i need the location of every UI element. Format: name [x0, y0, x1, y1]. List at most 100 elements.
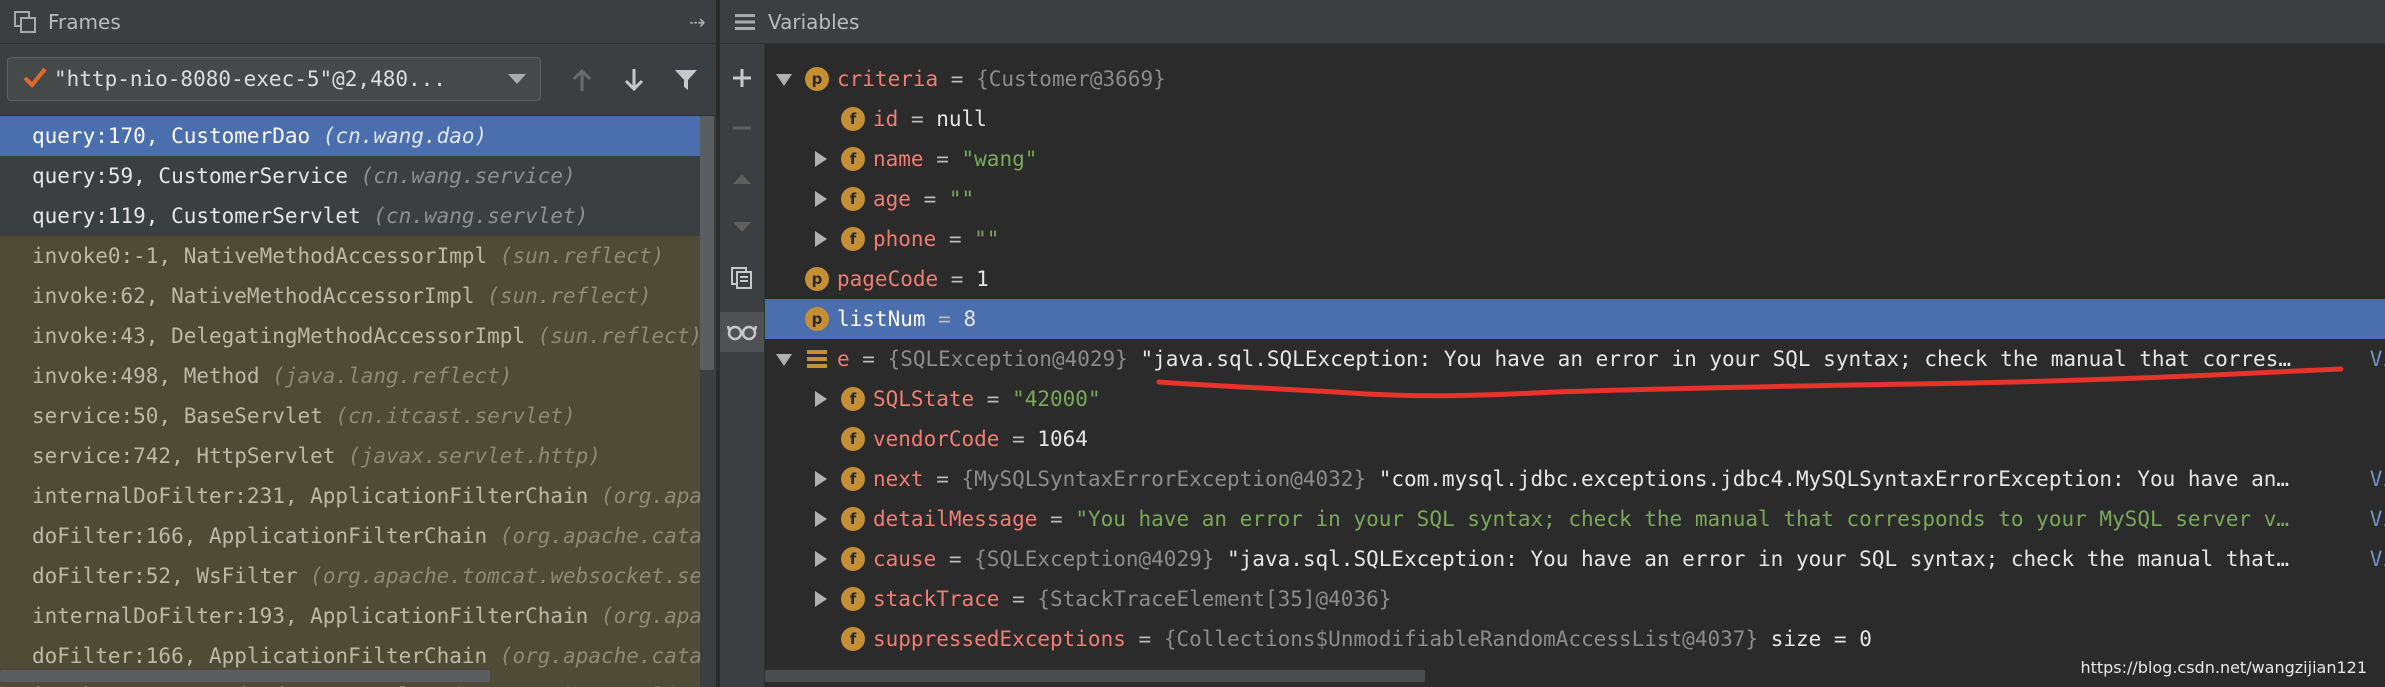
equals-sign: =	[936, 547, 975, 571]
field-icon: f	[841, 107, 865, 131]
variable-name: name	[873, 147, 924, 171]
variable-row[interactable]: f id = null	[765, 99, 2385, 139]
variable-text: vendorCode = 1064	[873, 419, 1088, 459]
frame-row[interactable]: query:170, CustomerDao (cn.wang.dao)	[0, 116, 700, 156]
variable-value: ""	[948, 187, 975, 211]
equals-sign: =	[898, 107, 937, 131]
expand-arrow-icon[interactable]	[811, 459, 831, 499]
copy-icon[interactable]	[720, 258, 764, 298]
variable-row[interactable]: f cause = {SQLException@4029} "java.sql.S…	[765, 539, 2385, 579]
variable-type: {MySQLSyntaxErrorException@4032}	[961, 467, 1367, 491]
expand-arrow-icon[interactable]	[811, 539, 831, 579]
variable-row[interactable]: f vendorCode = 1064	[765, 419, 2385, 459]
frame-package: (org.apache.catalina.core)	[499, 644, 700, 668]
variable-row[interactable]: f name = "wang"	[765, 139, 2385, 179]
arrow-down-icon[interactable]	[618, 64, 650, 96]
frame-row[interactable]: query:59, CustomerService (cn.wang.servi…	[0, 156, 700, 196]
variable-type: {SQLException@4029}	[887, 347, 1128, 371]
variable-value: 8	[963, 307, 977, 331]
variable-row[interactable]: f stackTrace = {StackTraceElement[35]@403…	[765, 579, 2385, 619]
frames-hscrollbar[interactable]	[0, 670, 490, 682]
arrow-up-icon[interactable]	[566, 64, 598, 96]
variable-name: e	[837, 347, 850, 371]
variable-row[interactable]: f age = ""	[765, 179, 2385, 219]
variable-name: age	[873, 187, 911, 211]
variable-row[interactable]: p criteria = {Customer@3669}	[765, 59, 2385, 99]
expand-arrow-icon[interactable]	[811, 379, 831, 419]
frames-scrollbar-thumb[interactable]	[700, 116, 714, 370]
frame-package: (java.lang.reflect)	[272, 364, 513, 388]
parameter-icon: p	[805, 67, 829, 91]
variable-type: {StackTraceElement[35]@4036}	[1037, 587, 1392, 611]
equals-sign: =	[974, 387, 1013, 411]
move-down-icon[interactable]	[720, 208, 764, 248]
frame-method: internalDoFilter:193, ApplicationFilterC…	[32, 604, 589, 628]
thread-dropdown[interactable]: "http-nio-8080-exec-5"@2,480...	[7, 57, 541, 101]
view-link[interactable]: Vi	[2370, 339, 2385, 379]
variable-value: "java.sql.SQLException: You have an erro…	[1214, 547, 2290, 571]
equals-sign: =	[849, 347, 888, 371]
expand-arrow-icon[interactable]	[811, 499, 831, 539]
variable-row[interactable]: p pageCode = 1	[765, 259, 2385, 299]
chevron-down-icon	[508, 74, 526, 84]
frame-row[interactable]: internalDoFilter:193, ApplicationFilterC…	[0, 596, 700, 636]
frame-package: (org.apache.tomcat.websocket.server)	[310, 564, 700, 588]
expand-arrow-icon[interactable]	[811, 219, 831, 259]
filter-icon[interactable]	[670, 64, 702, 96]
frame-row[interactable]: service:50, BaseServlet (cn.itcast.servl…	[0, 396, 700, 436]
frame-row[interactable]: invoke0:-1, NativeMethodAccessorImpl (su…	[0, 236, 700, 276]
frame-method: invoke:498, Method	[32, 364, 260, 388]
variable-row[interactable]: f suppressedExceptions = {Collections$Unm…	[765, 619, 2385, 659]
expand-arrow-icon[interactable]	[811, 139, 831, 179]
expand-arrow-icon[interactable]	[811, 179, 831, 219]
collapse-arrow-icon[interactable]	[775, 339, 795, 379]
pin-icon[interactable]: ⇢	[689, 10, 706, 34]
variable-row[interactable]: p listNum = 8	[765, 299, 2385, 339]
frames-panel: Frames ⇢ "http-nio-8080-exec-5"@2,480...…	[0, 0, 716, 687]
view-link[interactable]: Vi	[2370, 459, 2385, 499]
frame-row[interactable]: doFilter:166, ApplicationFilterChain (or…	[0, 516, 700, 556]
variable-name: stackTrace	[873, 587, 1000, 611]
variables-title: Variables	[768, 9, 860, 34]
variable-row[interactable]: f detailMessage = "You have an error in y…	[765, 499, 2385, 539]
expand-arrow-icon[interactable]	[811, 579, 831, 619]
frame-package: (cn.itcast.servlet)	[335, 404, 576, 428]
equals-sign: =	[938, 67, 977, 91]
equals-sign: =	[925, 307, 964, 331]
remove-watch-icon[interactable]	[720, 108, 764, 148]
watches-glasses-icon[interactable]	[720, 312, 764, 352]
equals-sign: =	[999, 427, 1038, 451]
equals-sign: =	[1037, 507, 1076, 531]
equals-sign: =	[936, 227, 975, 251]
frame-row[interactable]: invoke:62, NativeMethodAccessorImpl (sun…	[0, 276, 700, 316]
frame-row[interactable]: doFilter:52, WsFilter (org.apache.tomcat…	[0, 556, 700, 596]
thread-name: "http-nio-8080-exec-5"@2,480...	[54, 67, 446, 91]
view-link[interactable]: Vi	[2370, 499, 2385, 539]
frame-row[interactable]: query:119, CustomerServlet (cn.wang.serv…	[0, 196, 700, 236]
variable-name: next	[873, 467, 924, 491]
variable-row[interactable]: f next = {MySQLSyntaxErrorException@4032}…	[765, 459, 2385, 499]
debugger-window: Frames ⇢ "http-nio-8080-exec-5"@2,480...…	[0, 0, 2385, 687]
variable-value: "com.mysql.jdbc.exceptions.jdbc4.MySQLSy…	[1366, 467, 2290, 491]
frame-method: invoke0:-1, NativeMethodAccessorImpl	[32, 244, 488, 268]
frame-row[interactable]: invoke:498, Method (java.lang.reflect)	[0, 356, 700, 396]
variable-type: {SQLException@4029}	[974, 547, 1215, 571]
frame-row[interactable]: service:742, HttpServlet (javax.servlet.…	[0, 436, 700, 476]
move-up-icon[interactable]	[720, 158, 764, 198]
local-variable-icon	[805, 347, 829, 371]
view-link[interactable]: Vi	[2370, 539, 2385, 579]
frame-row[interactable]: invoke:43, DelegatingMethodAccessorImpl …	[0, 316, 700, 356]
frame-method: invoke:43, DelegatingMethodAccessorImpl	[32, 324, 526, 348]
variable-row[interactable]: f phone = ""	[765, 219, 2385, 259]
variable-type: {Collections$UnmodifiableRandomAccessLis…	[1163, 627, 1759, 651]
frame-method: service:742, HttpServlet	[32, 444, 336, 468]
variables-hscrollbar[interactable]	[765, 670, 1425, 682]
frame-list: query:170, CustomerDao (cn.wang.dao) quer…	[0, 116, 700, 687]
field-icon: f	[841, 147, 865, 171]
variable-text: pageCode = 1	[837, 259, 989, 299]
frame-row[interactable]: internalDoFilter:231, ApplicationFilterC…	[0, 476, 700, 516]
collapse-arrow-icon[interactable]	[775, 59, 795, 99]
variable-name: id	[873, 107, 899, 131]
add-watch-icon[interactable]	[720, 58, 764, 98]
variable-name: vendorCode	[873, 427, 1000, 451]
